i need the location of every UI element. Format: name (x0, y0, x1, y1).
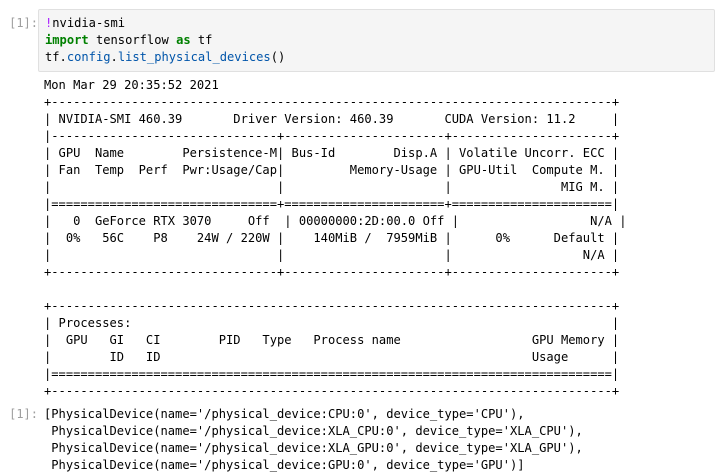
code-cell[interactable]: !nvidia-smi import tensorflow as tf tf.c… (38, 9, 715, 72)
call-parens: () (270, 50, 286, 64)
config-attr: config (66, 50, 111, 64)
as-keyword: as (176, 33, 191, 47)
dot: . (110, 50, 118, 64)
input-prompt: [1]: (9, 16, 38, 30)
output-prompt: [1]: (9, 407, 38, 421)
import-keyword: import (45, 33, 89, 47)
tf-prefix: tf. (45, 50, 67, 64)
module-alias: tf (190, 33, 213, 47)
function-name: list_physical_devices (117, 50, 271, 64)
shell-command: nvidia-smi (52, 16, 126, 30)
nvidia-smi-output: Mon Mar 29 20:35:52 2021 +--------------… (44, 78, 627, 398)
code-editor[interactable]: !nvidia-smi import tensorflow as tf tf.c… (45, 15, 285, 66)
module-name: tensorflow (88, 33, 177, 47)
result-output: [PhysicalDevice(name='/physical_device:C… (44, 407, 583, 472)
